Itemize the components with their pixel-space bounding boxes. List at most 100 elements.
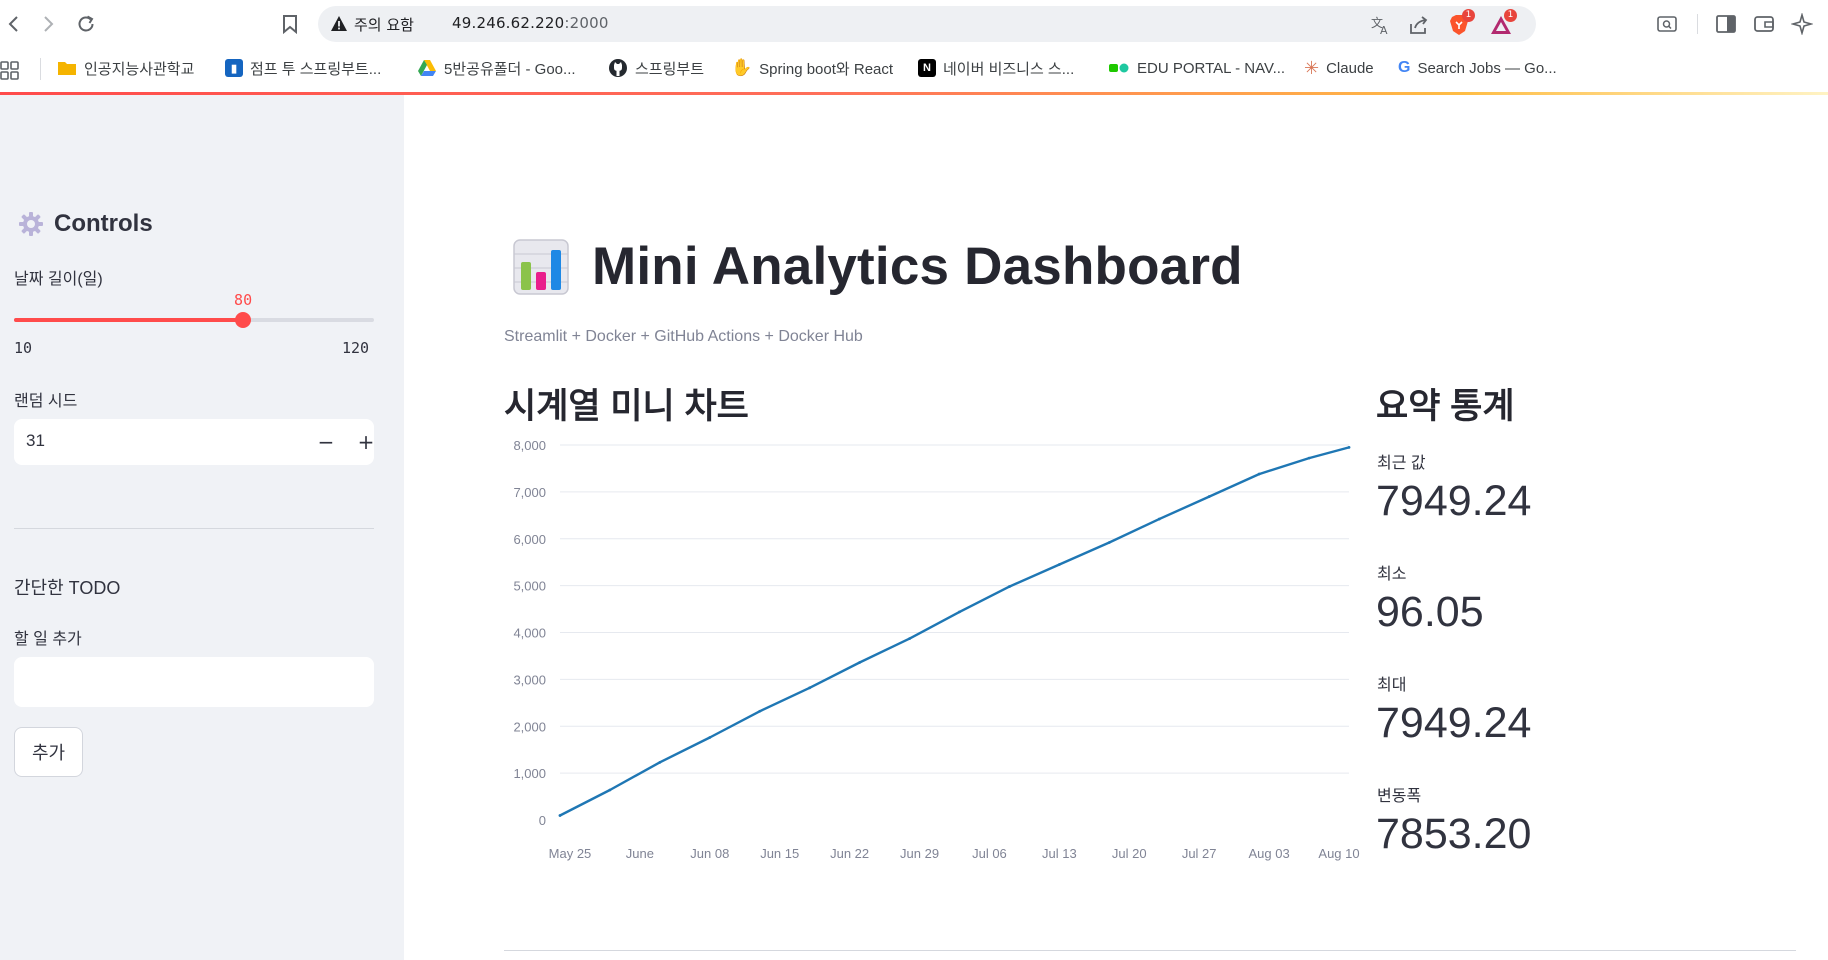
address-bar[interactable]: 주의 요함 49.246.62.220:2000 文A 1 1 — [318, 6, 1536, 42]
reload-button[interactable] — [72, 10, 100, 38]
sidebar-toggle-button[interactable] — [1714, 12, 1738, 36]
x-tick-label: Jul 13 — [1042, 846, 1077, 861]
sidebar-title: Controls — [18, 210, 153, 238]
apps-button[interactable] — [0, 59, 20, 83]
edu-portal-icon — [1109, 63, 1129, 73]
data-point — [1107, 541, 1111, 544]
brave-shields-badge: 1 — [1462, 9, 1475, 22]
brave-rewards-button[interactable]: 1 — [1490, 9, 1517, 36]
metric-value: 7949.24 — [1376, 477, 1532, 525]
todo-add-button[interactable]: 추가 — [14, 727, 83, 777]
page-caption: Streamlit + Docker + GitHub Actions + Do… — [504, 328, 863, 345]
bookmark-item[interactable]: G Search Jobs — Go... — [1398, 56, 1557, 80]
y-tick-label: 8,000 — [513, 438, 546, 453]
days-slider-thumb[interactable] — [235, 312, 252, 328]
data-point — [608, 788, 612, 792]
metric-label: 변동폭 — [1377, 788, 1422, 805]
metric-value: 7853.20 — [1376, 810, 1532, 858]
days-slider[interactable] — [14, 312, 374, 328]
days-slider-min: 10 — [14, 339, 33, 357]
claude-icon: ✳ — [1304, 57, 1320, 79]
bookmark-item[interactable]: ▮ 점프 투 스프링부트... — [225, 56, 381, 80]
todo-input-label: 할 일 추가 — [14, 631, 82, 648]
data-point — [1207, 495, 1211, 498]
hand-icon: ✋ — [731, 58, 753, 77]
bookmark-label: Spring boot와 React — [759, 60, 894, 78]
x-tick-label: Jun 22 — [830, 846, 869, 861]
data-point — [858, 661, 862, 664]
data-point — [558, 814, 562, 817]
x-tick-label: Jun 29 — [900, 846, 939, 861]
seed-increment-button[interactable]: + — [350, 427, 382, 457]
data-point — [1257, 472, 1261, 476]
wallet-button[interactable] — [1752, 12, 1776, 36]
bookmark-label: 인공지능사관학교 — [84, 60, 195, 78]
data-point — [958, 610, 961, 614]
bookmark-item[interactable]: ✳ Claude — [1304, 56, 1374, 80]
security-warning-label[interactable]: 주의 요함 — [354, 14, 414, 35]
bookmark-label: EDU PORTAL - NAV... — [1137, 59, 1286, 77]
bookmark-item[interactable]: 5반공유폴더 - Goo... — [417, 56, 576, 80]
y-tick-label: 7,000 — [513, 485, 546, 500]
todo-heading: 간단한 TODO — [14, 578, 121, 598]
chevron-right-icon — [44, 16, 54, 32]
sidebar-title-text: Controls — [54, 210, 153, 237]
chart-heading: 시계열 미니 차트 — [504, 387, 749, 426]
share-button[interactable] — [1408, 14, 1430, 36]
stats-heading: 요약 통계 — [1376, 387, 1515, 426]
seed-value[interactable]: 31 — [26, 431, 45, 451]
brave-shields-button[interactable]: 1 — [1448, 9, 1475, 36]
page-search-button[interactable] — [1655, 12, 1679, 36]
naver-icon: N — [918, 59, 936, 77]
x-tick-label: Aug 10 — [1318, 846, 1359, 861]
data-point — [1307, 456, 1311, 460]
x-tick-label: Jul 06 — [972, 846, 1007, 861]
chevron-left-icon — [8, 16, 18, 32]
bookmark-item[interactable]: N 네이버 비즈니스 스... — [918, 56, 1074, 80]
bookmark-item[interactable]: 인공지능사관학교 — [57, 56, 194, 80]
metric-value: 7949.24 — [1376, 699, 1532, 747]
back-button[interactable] — [0, 10, 28, 38]
days-slider-value: 80 — [234, 291, 253, 309]
gear-icon — [19, 212, 43, 236]
bookmark-item[interactable]: 스프링부트 — [608, 56, 704, 80]
bookmark-label: 스프링부트 — [635, 60, 705, 78]
page-title: Mini Analytics Dashboard — [512, 236, 1243, 297]
sidebar-panel-icon — [1716, 15, 1736, 33]
bookmark-label: 5반공유폴더 - Goo... — [444, 60, 576, 78]
book-icon: ▮ — [225, 59, 243, 77]
x-tick-label: Jul 27 — [1182, 846, 1217, 861]
translate-button[interactable]: 文A — [1370, 14, 1392, 36]
x-tick-label: Aug 03 — [1248, 846, 1289, 861]
series-line — [558, 446, 1351, 817]
todo-text-input[interactable] — [14, 657, 374, 707]
bookmark-page-button[interactable] — [276, 10, 304, 38]
data-point — [1008, 585, 1011, 588]
data-point — [708, 736, 712, 739]
y-tick-label: 1,000 — [513, 766, 546, 781]
url-text[interactable]: 49.246.62.220:2000 — [452, 14, 609, 32]
x-tick-label: May 25 — [549, 846, 592, 861]
bookmark-item[interactable]: ✋ Spring boot와 React — [731, 56, 893, 80]
reload-icon — [78, 15, 94, 32]
forward-button[interactable] — [34, 10, 62, 38]
data-point — [758, 709, 762, 713]
data-point — [908, 637, 911, 640]
y-tick-label: 0 — [539, 813, 546, 828]
time-series-chart[interactable]: 0 1,000 2,000 3,000 4,000 5,000 6,000 7,000 8,00… — [504, 435, 1370, 955]
seed-decrement-button[interactable]: − — [310, 427, 342, 457]
data-point — [1157, 517, 1161, 521]
y-tick-label: 6,000 — [513, 532, 546, 547]
metric-label: 최소 — [1377, 566, 1407, 583]
folder-icon — [58, 62, 76, 75]
seed-number-input[interactable]: 31 − + — [14, 419, 374, 465]
y-tick-label: 2,000 — [513, 719, 546, 734]
bookmark-item[interactable]: EDU PORTAL - NAV... — [1108, 56, 1285, 80]
sidebar-divider — [14, 528, 374, 529]
bookmark-label: Claude — [1326, 59, 1374, 77]
leo-ai-button[interactable] — [1790, 12, 1814, 36]
url-host: 49.246.62.220 — [452, 14, 565, 32]
main-divider — [504, 950, 1796, 951]
browser-toolbar: 주의 요함 49.246.62.220:2000 文A 1 1 — [0, 0, 1828, 50]
metric-label: 최근 값 — [1377, 455, 1426, 472]
